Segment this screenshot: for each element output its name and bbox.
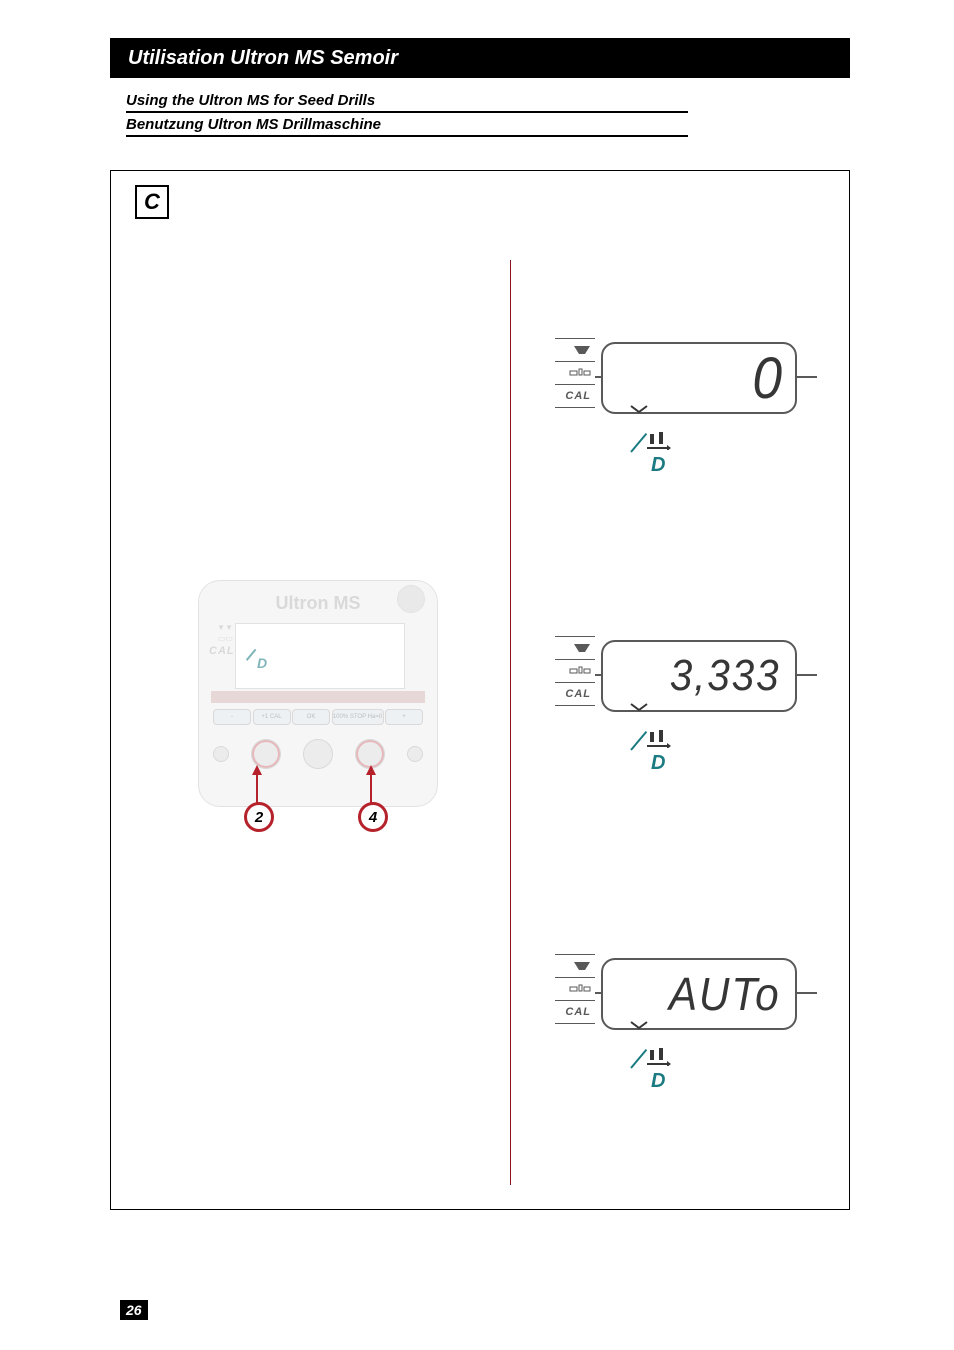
cal-label: CAL	[555, 683, 595, 706]
device-side-labels: ▼▼ ▭▭ CAL	[209, 623, 233, 659]
device-knob-1[interactable]	[213, 746, 229, 762]
tractor-icon	[555, 660, 595, 683]
lcd-tick	[795, 674, 817, 676]
callout-line	[256, 775, 258, 803]
lcd-side-labels: CAL	[555, 338, 595, 408]
vertical-divider	[510, 260, 511, 1185]
tractor-icon	[555, 978, 595, 1001]
lcd-value-2: 3,333	[670, 651, 781, 701]
callout-arrow-icon	[366, 765, 376, 775]
frame-label-c: C	[135, 185, 169, 219]
device-ultron-ms: Ultron MS ▼▼ ▭▭ CAL D - +1 CAL OK 100% S…	[198, 580, 436, 805]
callout-line	[370, 775, 372, 803]
device-knob-5[interactable]	[407, 746, 423, 762]
lcd-side-labels: CAL	[555, 954, 595, 1024]
callout-arrow-icon	[252, 765, 262, 775]
device-button-row: - +1 CAL OK 100% STOP Ha=0 +	[213, 709, 423, 725]
lcd-side-labels: CAL	[555, 636, 595, 706]
hopper-icon	[555, 338, 595, 362]
device-button-ok[interactable]: OK	[292, 709, 330, 725]
header-bar: Utilisation Ultron MS Semoir	[110, 38, 850, 78]
device-button-minus[interactable]: -	[213, 709, 251, 725]
subheader-en: Using the Ultron MS for Seed Drills	[126, 88, 688, 113]
cal-label: CAL	[555, 1001, 595, 1024]
device-button-plus[interactable]: +	[385, 709, 423, 725]
device-button-cal[interactable]: +1 CAL	[253, 709, 291, 725]
device-d-label: D	[257, 655, 267, 671]
d-label-1: D	[651, 454, 665, 477]
page-number: 26	[120, 1300, 148, 1320]
lcd-value-1: 0	[752, 345, 784, 412]
device-body: Ultron MS ▼▼ ▭▭ CAL D - +1 CAL OK 100% S…	[198, 580, 438, 807]
callout-number-2: 2	[244, 802, 274, 832]
device-logo-icon	[397, 585, 425, 613]
d-label-3: D	[651, 1070, 665, 1093]
callout-number-4: 4	[358, 802, 388, 832]
lcd-tick	[795, 376, 817, 378]
chevron-down-icon	[629, 404, 649, 414]
header-title-fr: Utilisation Ultron MS Semoir	[128, 47, 398, 70]
device-button-stop[interactable]: 100% STOP Ha=0	[332, 709, 384, 725]
hopper-icon	[555, 954, 595, 978]
cal-label: CAL	[555, 385, 595, 408]
d-label-2: D	[651, 752, 665, 775]
tramline-icon	[647, 730, 671, 748]
subheader-de: Benutzung Ultron MS Drillmaschine	[126, 112, 688, 137]
hopper-icon	[555, 636, 595, 660]
device-knob-3[interactable]	[303, 739, 333, 769]
lcd-value-3: AUTo	[668, 967, 780, 1021]
chevron-down-icon	[629, 702, 649, 712]
tramline-icon	[647, 1048, 671, 1066]
tractor-icon	[555, 362, 595, 385]
lcd-tick	[795, 992, 817, 994]
tramline-icon	[647, 432, 671, 450]
chevron-down-icon	[629, 1020, 649, 1030]
device-red-strip	[211, 691, 425, 703]
device-knob-row	[213, 739, 423, 769]
